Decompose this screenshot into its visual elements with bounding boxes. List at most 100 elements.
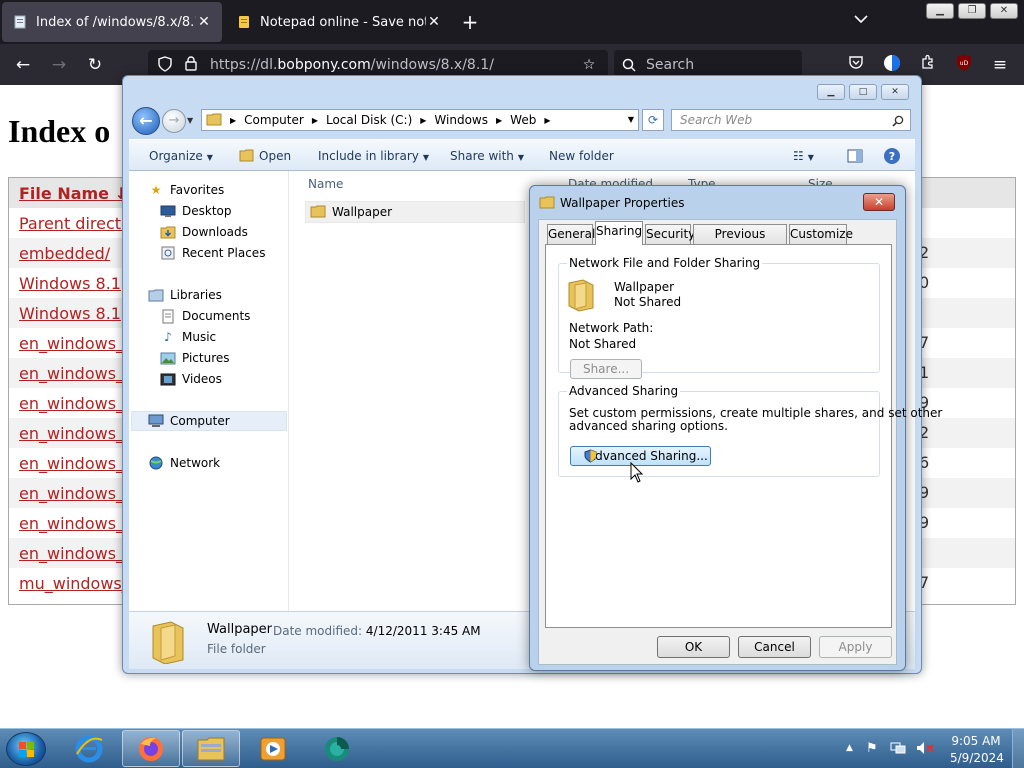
new-tab-icon[interactable]: + [458, 10, 482, 34]
nav-recent-places[interactable]: Recent Places [159, 243, 265, 263]
tab-security[interactable]: Security [645, 224, 695, 244]
pocket-icon[interactable] [845, 54, 867, 76]
file-link[interactable]: en_windows_ [19, 544, 124, 563]
show-desktop-button[interactable] [1012, 729, 1024, 768]
search-input[interactable]: Search Web [671, 109, 911, 131]
taskbar-explorer[interactable] [182, 730, 240, 767]
file-link[interactable]: en_windows_ [19, 484, 124, 503]
reload-icon[interactable]: ↻ [84, 54, 106, 76]
file-link[interactable]: en_windows_ [19, 514, 124, 533]
lock-icon[interactable] [182, 56, 200, 74]
ok-button[interactable]: OK [657, 636, 730, 658]
taskbar-media-player[interactable] [244, 730, 302, 767]
breadcrumb-arrow-icon[interactable]: ▶ [544, 116, 550, 125]
nav-videos[interactable]: Videos [159, 369, 222, 389]
extensions-icon[interactable] [917, 54, 939, 76]
name-column-header[interactable]: Name [308, 177, 343, 191]
list-item[interactable]: Wallpaper [305, 201, 525, 223]
url-text[interactable]: https://dl.bobpony.com/windows/8.x/8.1/ [210, 57, 494, 73]
start-button[interactable] [6, 732, 46, 766]
nav-favorites[interactable]: ★ Favorites [147, 180, 225, 200]
file-link[interactable]: en_windows_ [19, 424, 124, 443]
breadcrumb-computer[interactable]: Computer [244, 113, 304, 127]
open-button[interactable]: Open [239, 149, 291, 163]
back-arrow-icon[interactable]: ← [12, 54, 34, 76]
tab-close-icon[interactable]: ✕ [426, 14, 442, 30]
file-link[interactable]: mu_windows_ [19, 574, 130, 593]
minimize-button[interactable]: ▁ [926, 3, 954, 19]
breadcrumb-arrow-icon[interactable]: ▶ [420, 116, 426, 125]
address-bar[interactable]: ▶ Computer ▶ Local Disk (C:) ▶ Windows ▶… [201, 109, 639, 131]
file-link[interactable]: en_windows_ [19, 394, 124, 413]
clock-time[interactable]: 9:05 AM [950, 734, 1002, 748]
forward-button[interactable]: → [162, 109, 186, 133]
restore-button[interactable]: ❐ [958, 3, 986, 19]
minimize-button[interactable]: ▁ [817, 84, 845, 100]
file-link[interactable]: Windows 8.1 [19, 304, 121, 323]
tab-sharing[interactable]: Sharing [595, 221, 643, 245]
nav-label: Network [170, 456, 221, 470]
nav-downloads[interactable]: Downloads [159, 222, 248, 242]
nav-network[interactable]: Network [147, 453, 220, 473]
preview-pane-icon[interactable] [847, 149, 863, 166]
tab-previous-versions[interactable]: Previous Versions [693, 224, 787, 259]
taskbar-app[interactable] [308, 730, 366, 767]
search-icon[interactable] [892, 110, 904, 130]
include-in-library-button[interactable]: Include in library ▼ [318, 149, 429, 163]
file-link[interactable]: en_windows_ [19, 364, 124, 383]
refresh-icon[interactable]: ⟳ [642, 109, 664, 131]
tab-customize[interactable]: Customize [789, 224, 853, 244]
help-icon[interactable]: ? [883, 147, 901, 168]
nav-computer[interactable]: Computer [147, 411, 230, 431]
file-name-column-header[interactable]: File Name ↓ [19, 184, 128, 203]
nav-pictures[interactable]: Pictures [159, 348, 230, 368]
apply-button[interactable]: Apply [819, 636, 892, 658]
ublock-icon[interactable]: uD [953, 54, 975, 76]
forward-arrow-icon[interactable]: → [48, 54, 70, 76]
file-link[interactable]: en_windows_ [19, 454, 124, 473]
file-link[interactable]: Windows 8.1 [19, 274, 121, 293]
file-link[interactable]: embedded/ [19, 244, 110, 263]
tab-notepad-online[interactable]: Notepad online - Save notes on ✕ [226, 2, 452, 42]
share-with-button[interactable]: Share with ▼ [450, 149, 524, 163]
organize-button[interactable]: Organize ▼ [149, 149, 213, 163]
new-folder-button[interactable]: New folder [549, 149, 614, 163]
chevron-down-icon[interactable] [854, 12, 868, 28]
tab-general[interactable]: General [547, 224, 595, 244]
tab-close-icon[interactable]: ✕ [196, 14, 212, 30]
breadcrumb-arrow-icon[interactable]: ▶ [230, 116, 236, 125]
dark-mode-icon[interactable] [881, 54, 903, 76]
breadcrumb-local-disk[interactable]: Local Disk (C:) [326, 113, 412, 127]
tab-index-of[interactable]: Index of /windows/8.x/8.1/ ✕ [2, 2, 222, 42]
nav-libraries[interactable]: Libraries [147, 285, 222, 305]
close-button[interactable]: ✕ [863, 193, 895, 211]
taskbar-firefox[interactable] [122, 730, 180, 767]
history-dropdown-icon[interactable]: ▼ [187, 116, 193, 125]
clock-date[interactable]: 5/9/2024 [950, 751, 1004, 765]
file-link[interactable]: en_windows_ [19, 334, 124, 353]
maximize-button[interactable]: □ [849, 84, 877, 100]
breadcrumb-windows[interactable]: Windows [434, 113, 488, 127]
star-icon[interactable]: ☆ [580, 56, 598, 74]
close-button[interactable]: ✕ [990, 3, 1018, 19]
share-button[interactable]: Share... [570, 359, 642, 379]
breadcrumb-web[interactable]: Web [510, 113, 536, 127]
flag-icon[interactable]: ⚑ [866, 741, 878, 756]
breadcrumb-arrow-icon[interactable]: ▶ [496, 116, 502, 125]
back-button[interactable]: ← [132, 107, 160, 135]
menu-icon[interactable]: ≡ [989, 54, 1011, 76]
breadcrumb-arrow-icon[interactable]: ▶ [312, 116, 318, 125]
shield-icon[interactable] [156, 56, 174, 74]
network-tray-icon[interactable] [890, 741, 906, 759]
nav-desktop[interactable]: Desktop [159, 201, 232, 221]
close-button[interactable]: ✕ [881, 84, 909, 100]
file-link[interactable]: Parent directo [19, 214, 131, 233]
view-options-icon[interactable]: ☷ ▼ [793, 149, 814, 163]
nav-music[interactable]: ♪ Music [159, 327, 216, 347]
cancel-button[interactable]: Cancel [738, 636, 811, 658]
address-dropdown-icon[interactable]: ▼ [628, 115, 634, 124]
nav-documents[interactable]: Documents [159, 306, 250, 326]
volume-muted-icon[interactable] [916, 741, 934, 759]
show-hidden-icons-icon[interactable]: ▲ [846, 743, 853, 753]
taskbar-internet-explorer[interactable] [60, 730, 118, 767]
